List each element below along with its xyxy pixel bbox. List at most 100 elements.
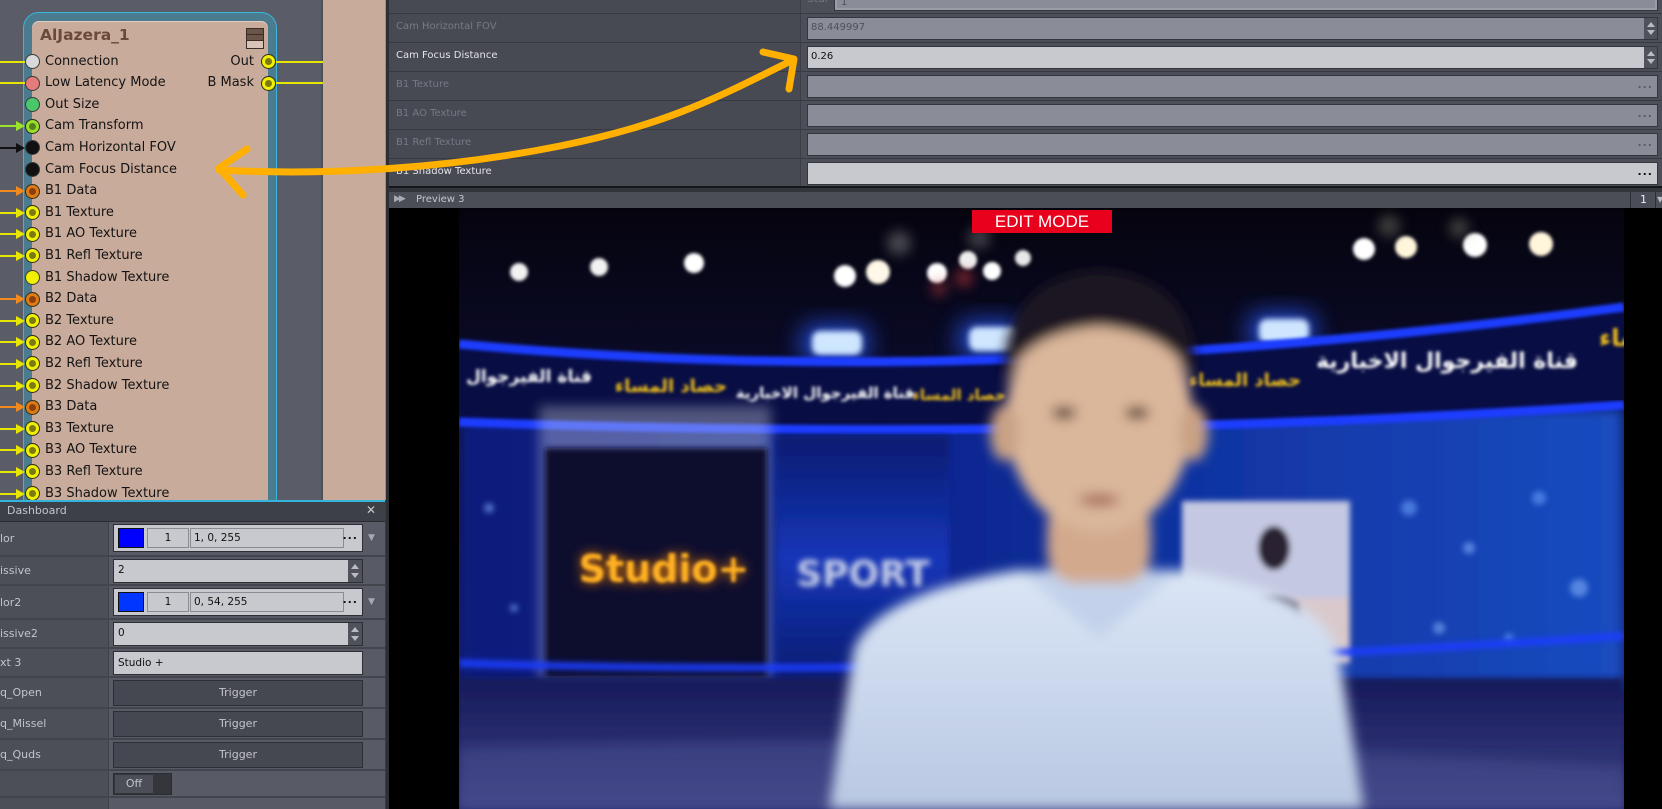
browse-button[interactable]: ... (1637, 165, 1653, 178)
wire-arrow-icon (16, 315, 25, 326)
more-button[interactable]: ... (342, 529, 358, 542)
property-label: B1 AO Texture (396, 108, 467, 119)
port-label: B2 Texture (45, 312, 114, 328)
input-wire[interactable] (0, 60, 27, 63)
color-swatch[interactable] (118, 592, 144, 612)
wire-arrow-icon (16, 121, 25, 132)
browse-button[interactable]: ... (1637, 78, 1653, 91)
spinner-icon[interactable] (1644, 47, 1657, 68)
port-label: B2 Refl Texture (45, 355, 143, 371)
input-port[interactable] (25, 55, 39, 68)
chevron-down-icon[interactable]: ▼ (1657, 195, 1662, 204)
emissive2-input[interactable]: 0 (113, 622, 363, 646)
input-port[interactable] (25, 314, 39, 328)
property-input[interactable]: ... (807, 104, 1658, 127)
more-button[interactable]: ... (342, 593, 358, 606)
output-wire[interactable] (274, 82, 323, 85)
scale-input[interactable]: 1 (834, 0, 1658, 11)
alpha-input[interactable]: 1 (147, 528, 189, 548)
input-port[interactable] (25, 76, 39, 90)
input-port[interactable] (25, 443, 39, 457)
wire-arrow-icon (16, 337, 25, 348)
alpha-input[interactable]: 1 (147, 592, 189, 612)
color-swatch[interactable] (118, 528, 144, 548)
input-port[interactable] (25, 98, 39, 112)
edit-mode-badge: EDIT MODE (972, 210, 1112, 233)
input-port[interactable] (25, 184, 39, 198)
emissive-value: 2 (118, 564, 125, 576)
port-label: B1 Shadow Texture (45, 269, 170, 285)
port-label: B2 Shadow Texture (45, 377, 170, 393)
input-port[interactable] (25, 249, 39, 263)
input-port[interactable] (25, 422, 39, 436)
property-row: B1 AO Texture... (389, 101, 1662, 130)
node-title: AlJazera_1 (40, 26, 130, 44)
chevron-down-icon[interactable]: ▼ (368, 597, 375, 607)
ticker-item: حصاد المساء (1599, 324, 1624, 352)
row-label: lor (0, 522, 109, 555)
studio-sign-text: Studio+ (579, 547, 750, 591)
node-graph[interactable]: AlJazera_1 Connection Low Latency Mode Out… (0, 0, 385, 500)
rgb-input[interactable]: 0, 54, 255 (190, 592, 344, 612)
trigger-quds-button[interactable]: Trigger (113, 742, 363, 768)
property-row: Cam Horizontal FOV 88.449997 (389, 14, 1662, 43)
property-input[interactable]: 88.449997 (807, 17, 1658, 40)
row-label: xt 3 (0, 649, 109, 676)
wire-arrow-icon (16, 294, 25, 305)
ticker-item: قناة الفيرجوال (466, 367, 592, 387)
color-field[interactable]: 1 0, 54, 255 ... (113, 588, 363, 616)
output-port[interactable] (261, 55, 275, 68)
input-port[interactable] (25, 357, 39, 371)
browse-button[interactable]: ... (1637, 107, 1653, 120)
input-port[interactable] (25, 227, 39, 241)
port-label: B Mask (207, 75, 254, 91)
port-label: Cam Focus Distance (45, 161, 177, 177)
color-field[interactable]: 1 1, 0, 255 ... (113, 524, 363, 552)
dashboard-row-emissive2: issive2 0 (0, 620, 385, 649)
input-port[interactable] (25, 206, 39, 220)
input-port[interactable] (25, 141, 39, 155)
output-wire[interactable] (274, 60, 323, 63)
property-input[interactable]: ... (807, 162, 1658, 185)
input-port[interactable] (25, 163, 39, 176)
toggle-switch[interactable]: Off (113, 773, 172, 795)
property-row: B1 Refl Texture... (389, 130, 1662, 159)
input-port[interactable] (25, 335, 39, 349)
input-port[interactable] (25, 465, 39, 479)
port-label: B2 Data (45, 291, 98, 307)
emissive-input[interactable]: 2 (113, 559, 363, 583)
property-value: 0.26 (811, 51, 834, 62)
node-menu-icon[interactable] (246, 28, 264, 49)
input-port[interactable] (25, 271, 39, 284)
output-port[interactable] (261, 76, 275, 90)
spinner-icon[interactable] (348, 623, 362, 645)
row-label (0, 798, 109, 809)
close-icon[interactable]: ✕ (366, 503, 376, 517)
bokeh-light (959, 251, 977, 269)
wire-arrow-icon (16, 207, 25, 218)
property-input[interactable]: 0.26 (807, 46, 1658, 69)
preview-viewport[interactable]: قناة الفيرجوال حصاد المساء قناة الفيرجوا… (389, 208, 1662, 809)
input-port[interactable] (25, 119, 39, 133)
chevron-down-icon[interactable]: ▼ (368, 533, 375, 543)
downstream-node[interactable] (323, 0, 385, 500)
input-port[interactable] (25, 292, 39, 306)
input-port[interactable] (25, 379, 39, 392)
spinner-icon[interactable] (1644, 18, 1657, 39)
trigger-missel-button[interactable]: Trigger (113, 711, 363, 737)
browse-button[interactable]: ... (1637, 136, 1653, 149)
property-input[interactable]: ... (807, 133, 1658, 156)
port-label: Low Latency Mode (45, 75, 166, 91)
trigger-open-button[interactable]: Trigger (113, 680, 363, 706)
input-port[interactable] (25, 400, 39, 414)
preview-index-select[interactable]: 1 (1640, 193, 1647, 206)
rgb-input[interactable]: 1, 0, 255 (190, 528, 344, 548)
expand-icon[interactable]: ▶▶ (394, 194, 406, 204)
ticker-item: حصاد المساء (1189, 370, 1301, 391)
property-input[interactable]: ... (807, 75, 1658, 98)
ticker-item: قناة الفيرجوال الاخبارية (1316, 349, 1578, 374)
input-wire[interactable] (0, 82, 27, 85)
input-port[interactable] (25, 487, 39, 500)
spinner-icon[interactable] (348, 560, 362, 582)
text3-input[interactable]: Studio + (113, 651, 363, 675)
